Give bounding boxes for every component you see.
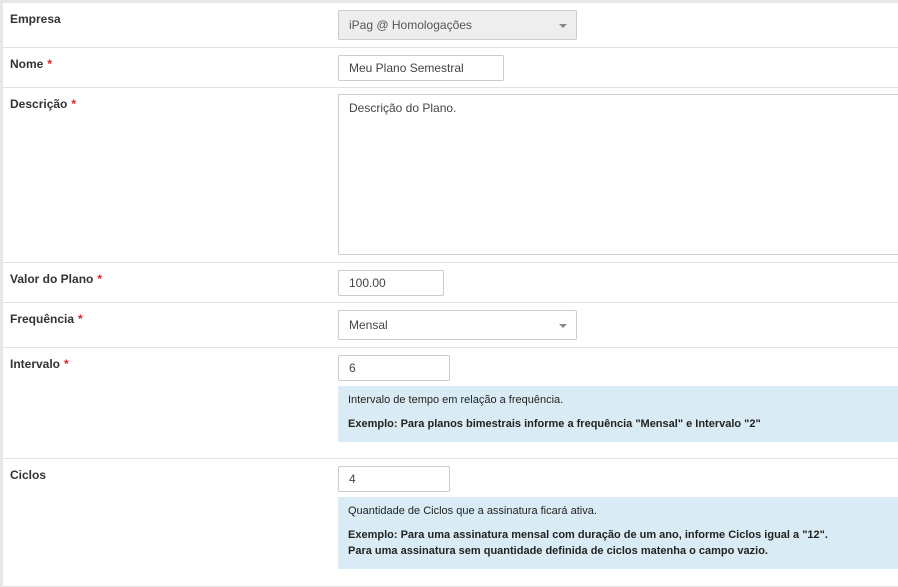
plan-form: Empresa iPag @ Homologações Nome * Meu Pl…	[0, 0, 898, 587]
row-valor: Valor do Plano * 100.00	[3, 263, 898, 303]
intervalo-help: Intervalo de tempo em relação a frequênc…	[338, 386, 898, 442]
row-frequencia: Frequência * Mensal	[3, 303, 898, 348]
intervalo-label: Intervalo *	[10, 357, 69, 371]
ciclos-help-text: Quantidade de Ciclos que a assinatura fi…	[348, 505, 597, 517]
ciclos-help: Quantidade de Ciclos que a assinatura fi…	[338, 497, 898, 569]
intervalo-help-example: Exemplo: Para planos bimestrais informe …	[348, 418, 761, 430]
required-marker: *	[64, 357, 69, 371]
caret-down-icon	[559, 24, 567, 28]
descricao-label: Descrição *	[10, 97, 76, 111]
ciclos-help-example-1: Exemplo: Para uma assinatura mensal com …	[348, 529, 828, 541]
row-intervalo: Intervalo * 6 Intervalo de tempo em relaç…	[3, 348, 898, 459]
required-marker: *	[71, 97, 77, 111]
caret-down-icon	[559, 324, 567, 328]
descricao-label-text: Descrição	[10, 97, 68, 111]
frequencia-select-value: Mensal	[349, 318, 388, 332]
intervalo-help-text: Intervalo de tempo em relação a frequênc…	[348, 394, 564, 406]
required-marker: *	[47, 57, 53, 71]
intervalo-label-text: Intervalo	[10, 357, 61, 371]
ciclos-input[interactable]: 4	[338, 466, 450, 492]
row-empresa: Empresa iPag @ Homologações	[3, 3, 898, 48]
empresa-label: Empresa	[10, 12, 61, 26]
frequencia-select[interactable]: Mensal	[338, 310, 577, 340]
row-descricao: Descrição * Descrição do Plano.	[3, 88, 898, 263]
valor-label-text: Valor do Plano	[10, 272, 94, 286]
nome-label-text: Nome	[10, 57, 44, 71]
empresa-select-value: iPag @ Homologações	[349, 18, 472, 32]
nome-label: Nome *	[10, 57, 52, 71]
frequencia-label: Frequência *	[10, 312, 83, 326]
frequencia-label-text: Frequência	[10, 312, 75, 326]
intervalo-input[interactable]: 6	[338, 355, 450, 381]
required-marker: *	[78, 312, 83, 326]
empresa-select[interactable]: iPag @ Homologações	[338, 10, 577, 40]
valor-label: Valor do Plano *	[10, 272, 102, 286]
row-ciclos: Ciclos 4 Quantidade de Ciclos que a assi…	[3, 459, 898, 587]
valor-input[interactable]: 100.00	[338, 270, 444, 296]
row-nome: Nome * Meu Plano Semestral	[3, 48, 898, 88]
nome-input[interactable]: Meu Plano Semestral	[338, 55, 504, 81]
descricao-textarea[interactable]: Descrição do Plano.	[338, 94, 898, 255]
required-marker: *	[97, 272, 103, 286]
ciclos-help-example-2: Para uma assinatura sem quantidade defin…	[348, 545, 768, 557]
ciclos-label: Ciclos	[10, 468, 47, 482]
